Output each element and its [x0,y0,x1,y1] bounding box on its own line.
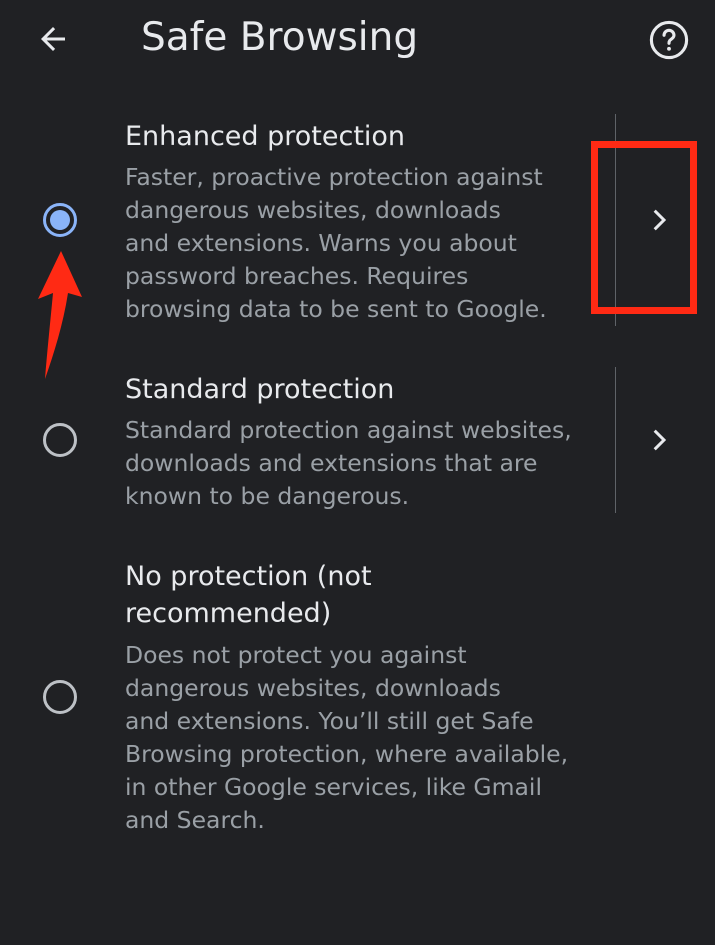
radio-ring [43,423,77,457]
radio-enhanced-protection[interactable] [38,198,82,242]
highlight-box-annotation [591,141,697,314]
description-line: dangerous websites, downloads [125,674,501,702]
option-description: Faster, proactive protection against dan… [125,161,547,326]
standard-protection-details-button[interactable] [630,410,690,470]
radio-no-protection[interactable] [38,675,82,719]
radio-standard-protection[interactable] [38,418,82,462]
option-title: Standard protection [125,374,395,405]
option-title: No protection (not recommended) [125,558,372,632]
description-line: browsing data to be sent to Google. [125,295,547,323]
option-description: Standard protection against websites, do… [125,414,572,513]
description-line: and Search. [125,806,265,834]
radio-dot [50,210,70,230]
description-line: Faster, proactive protection against [125,163,543,191]
vertical-divider [615,367,616,513]
option-standard-protection[interactable]: Standard protection Standard protection … [0,330,715,530]
option-title: Enhanced protection [125,121,406,152]
description-line: downloads and extensions that are [125,449,538,477]
option-title-line: No protection (not [125,561,372,592]
description-line: and extensions. Warns you about [125,229,517,257]
description-line: Does not protect you against [125,641,467,669]
description-line: dangerous websites, downloads [125,196,501,224]
chevron-right-icon [653,429,667,451]
description-line: Standard protection against websites, [125,416,572,444]
description-line: in other Google services, like Gmail [125,773,542,801]
red-arrow-annotation-icon [38,251,82,379]
radio-ring [43,203,77,237]
option-description: Does not protect you against dangerous w… [125,639,568,837]
description-line: known to be dangerous. [125,482,410,510]
radio-ring [43,680,77,714]
description-line: password breaches. Requires [125,262,469,290]
option-no-protection[interactable]: No protection (not recommended) Does not… [0,530,715,850]
option-title-line: recommended) [125,598,332,629]
description-line: Browsing protection, where available, [125,740,569,768]
description-line: and extensions. You’ll still get Safe [125,707,534,735]
